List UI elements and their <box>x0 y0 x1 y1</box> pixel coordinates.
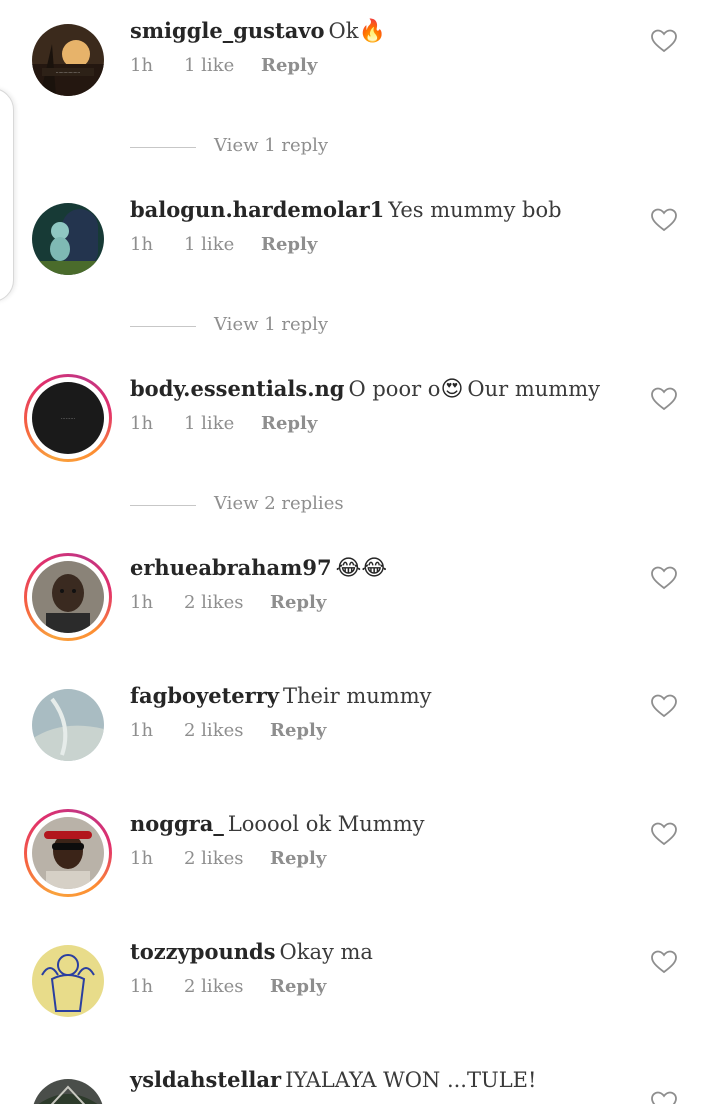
reply-button[interactable]: Reply <box>261 55 317 76</box>
comment-item: noggra_ Looool ok Mummy 1h 2 likes Reply <box>0 809 720 901</box>
comment-likes[interactable]: 1 like <box>184 413 234 434</box>
divider-line <box>130 505 196 506</box>
comment-likes[interactable]: 2 likes <box>184 976 243 997</box>
comment-item: ··················· smiggle_gustavo Ok🔥 1… <box>0 18 720 108</box>
reply-button[interactable]: Reply <box>270 720 326 741</box>
comment-text-line: ysldahstellar IYALAYA WON ...TULE! <box>130 1067 536 1092</box>
view-replies-label[interactable]: View 1 reply <box>214 314 328 335</box>
reply-button[interactable]: Reply <box>270 592 326 613</box>
divider-line <box>130 147 196 148</box>
reply-button[interactable]: Reply <box>270 848 326 869</box>
heart-icon[interactable] <box>651 208 677 232</box>
heart-icon[interactable] <box>651 566 677 590</box>
comment-body-continued: Our mummy <box>467 377 600 401</box>
avatar[interactable] <box>24 681 112 769</box>
comment-body: Their mummy <box>282 684 432 708</box>
heart-icon[interactable] <box>651 694 677 718</box>
avatar[interactable] <box>24 937 112 1025</box>
reply-button[interactable]: Reply <box>261 413 317 434</box>
heart-icon[interactable] <box>651 387 677 411</box>
comment-item: fagboyeterry Their mummy 1h 2 likes Reply <box>0 683 720 773</box>
avatar[interactable] <box>24 195 112 283</box>
view-replies-label[interactable]: View 1 reply <box>214 135 328 156</box>
view-replies-button[interactable]: View 1 reply <box>130 135 430 159</box>
comment-body: Looool ok Mummy <box>227 812 425 836</box>
comment-text-line: body.essentials.ng O poor o😍 Our mummy <box>130 376 600 402</box>
avatar-story-ring[interactable] <box>24 553 112 641</box>
comment-item: balogun.hardemolar1 Yes mummy bob 1h 1 li… <box>0 197 720 287</box>
comment-username[interactable]: balogun.hardemolar1 <box>130 197 384 222</box>
heart-icon[interactable] <box>651 950 677 974</box>
view-replies-label[interactable]: View 2 replies <box>214 493 344 514</box>
comment-item: erhueabraham97 😂😂 1h 2 likes Reply <box>0 553 720 645</box>
avatar-story-ring[interactable]: ········· <box>24 374 112 462</box>
reply-button[interactable]: Reply <box>261 234 317 255</box>
comment-time: 1h <box>130 55 154 76</box>
comment-time: 1h <box>130 720 154 741</box>
comment-username[interactable]: noggra_ <box>130 811 224 836</box>
comment-time: 1h <box>130 592 154 613</box>
comment-time: 1h <box>130 413 154 434</box>
comment-likes[interactable]: 2 likes <box>184 848 243 869</box>
comment-likes[interactable]: 2 likes <box>184 720 243 741</box>
avatar[interactable] <box>24 1071 112 1104</box>
comment-username[interactable]: ysldahstellar <box>130 1067 281 1092</box>
heart-icon[interactable] <box>651 1091 677 1104</box>
fire-emoji: 🔥 <box>358 19 386 44</box>
comment-text-line: tozzypounds Okay ma <box>130 939 373 964</box>
comment-body: Yes mummy bob <box>388 198 562 222</box>
comment-text-line: balogun.hardemolar1 Yes mummy bob <box>130 197 562 222</box>
comment-body: IYALAYA WON ...TULE! <box>285 1068 537 1092</box>
comment-likes[interactable]: 2 likes <box>184 592 243 613</box>
comment-text-line: fagboyeterry Their mummy <box>130 683 432 708</box>
svg-text:···················: ··················· <box>56 70 80 75</box>
comment-item: ········· body.essentials.ng O poor o😍 Our… <box>0 374 720 466</box>
comment-username[interactable]: body.essentials.ng <box>130 376 344 401</box>
heart-icon[interactable] <box>651 822 677 846</box>
comment-time: 1h <box>130 848 154 869</box>
comment-username[interactable]: erhueabraham97 <box>130 555 332 580</box>
view-replies-button[interactable]: View 2 replies <box>130 493 430 517</box>
comment-username[interactable]: smiggle_gustavo <box>130 18 325 43</box>
svg-text:·········: ········· <box>61 416 76 422</box>
comment-body: Ok <box>328 19 359 43</box>
comment-likes[interactable]: 1 like <box>184 234 234 255</box>
comment-username[interactable]: fagboyeterry <box>130 683 279 708</box>
laughing-emoji: 😂😂 <box>335 556 388 581</box>
comment-body: Okay ma <box>279 940 373 964</box>
reply-button[interactable]: Reply <box>270 976 326 997</box>
divider-line <box>130 326 196 327</box>
avatar-story-ring[interactable] <box>24 809 112 897</box>
comment-likes[interactable]: 1 like <box>184 55 234 76</box>
heart-icon[interactable] <box>651 29 677 53</box>
comment-item: ysldahstellar IYALAYA WON ...TULE! <box>0 1067 720 1104</box>
avatar[interactable]: ··················· <box>24 16 112 104</box>
view-replies-button[interactable]: View 1 reply <box>130 314 430 338</box>
comment-time: 1h <box>130 234 154 255</box>
comment-item: tozzypounds Okay ma 1h 2 likes Reply <box>0 939 720 1029</box>
comment-body: O poor o <box>348 377 441 401</box>
comment-text-line: smiggle_gustavo Ok🔥 <box>130 18 386 44</box>
comment-text-line: noggra_ Looool ok Mummy <box>130 811 425 836</box>
comment-username[interactable]: tozzypounds <box>130 939 276 964</box>
comment-text-line: erhueabraham97 😂😂 <box>130 555 387 581</box>
heart-eyes-emoji: 😍 <box>440 377 464 402</box>
comment-time: 1h <box>130 976 154 997</box>
